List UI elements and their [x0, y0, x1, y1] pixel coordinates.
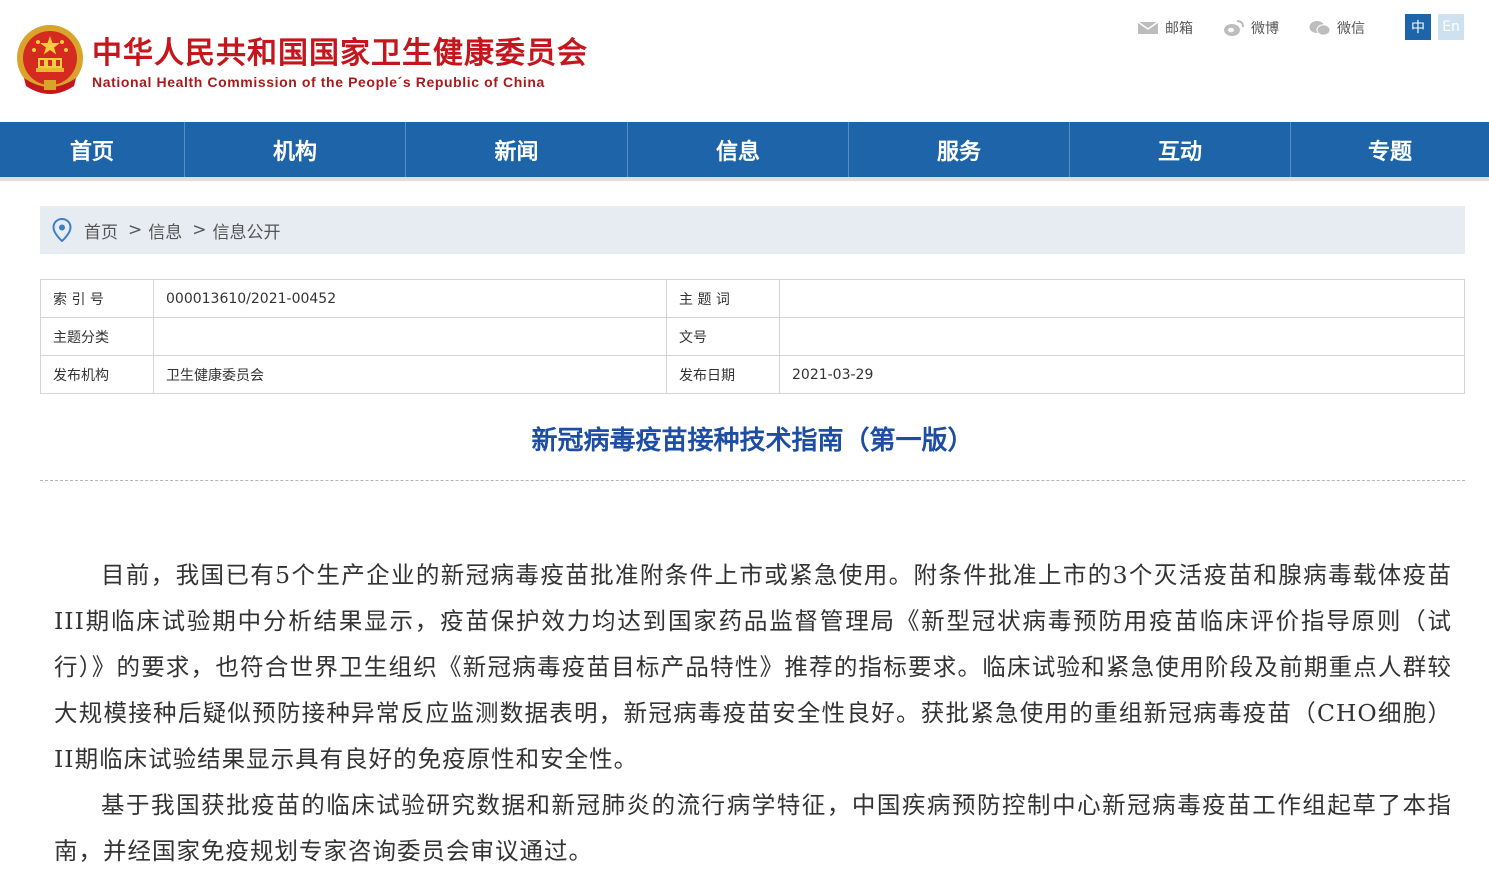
nav-item-services[interactable]: 服务 — [849, 122, 1070, 177]
wechat-link[interactable]: 微信 — [1309, 18, 1365, 38]
article-paragraph: 目前，我国已有5个生产企业的新冠病毒疫苗批准附条件上市或紧急使用。附条件批准上市… — [54, 561, 1452, 773]
nav-item-institutions[interactable]: 机构 — [185, 122, 406, 177]
nav-item-topics[interactable]: 专题 — [1291, 122, 1489, 177]
site-title[interactable]: 中华人民共和国国家卫生健康委员会 — [92, 28, 588, 72]
breadcrumb-information[interactable]: 信息 — [148, 218, 182, 243]
wechat-link-label: 微信 — [1337, 21, 1365, 37]
nav-item-home[interactable]: 首页 — [0, 122, 185, 177]
date-value: 2021-03-29 — [779, 355, 1465, 394]
category-label: 主题分类 — [40, 317, 154, 356]
main-nav: 首页 机构 新闻 信息 服务 互动 专题 — [0, 122, 1489, 177]
table-row: 发布机构 卫生健康委员会 发布日期 2021-03-29 — [40, 355, 1465, 394]
publisher-value: 卫生健康委员会 — [153, 355, 667, 394]
article-body: 目前，我国已有5个生产企业的新冠病毒疫苗批准附条件上市或紧急使用。附条件批准上市… — [54, 552, 1452, 874]
table-row: 主题分类 文号 — [40, 317, 1465, 356]
index-no-label: 索 引 号 — [40, 279, 154, 318]
nav-shadow — [0, 177, 1489, 181]
nav-item-news[interactable]: 新闻 — [406, 122, 628, 177]
title-divider — [40, 480, 1465, 481]
breadcrumb: 首页 > 信息 > 信息公开 — [40, 206, 1465, 254]
national-emblem-logo[interactable] — [14, 22, 86, 98]
nav-item-information[interactable]: 信息 — [628, 122, 849, 177]
subject-words-value — [779, 279, 1465, 318]
nav-item-interaction[interactable]: 互动 — [1070, 122, 1291, 177]
date-label: 发布日期 — [666, 355, 780, 394]
lang-zh-button[interactable]: 中 — [1405, 14, 1431, 40]
weibo-link[interactable]: 微博 — [1223, 18, 1279, 38]
article-title: 新冠病毒疫苗接种技术指南（第一版） — [531, 426, 974, 456]
publisher-label: 发布机构 — [40, 355, 154, 394]
index-no-value: 000013610/2021-00452 — [153, 279, 667, 318]
category-value — [153, 317, 667, 356]
site-header: 中华人民共和国国家卫生健康委员会 National Health Commiss… — [0, 0, 1489, 122]
weibo-link-label: 微博 — [1251, 21, 1279, 37]
mail-link[interactable]: 邮箱 — [1137, 18, 1193, 38]
mail-link-label: 邮箱 — [1165, 21, 1193, 37]
article-paragraph: 基于我国获批疫苗的临床试验研究数据和新冠肺炎的流行病学特征，中国疾病预防控制中心… — [54, 791, 1452, 865]
mail-icon — [1137, 21, 1159, 34]
breadcrumb-disclosure[interactable]: 信息公开 — [213, 218, 281, 243]
wechat-icon — [1309, 21, 1331, 36]
table-row: 索 引 号 000013610/2021-00452 主 题 词 — [40, 279, 1465, 318]
document-info-table: 索 引 号 000013610/2021-00452 主 题 词 主题分类 文号… — [40, 279, 1465, 394]
weibo-icon — [1224, 20, 1244, 36]
doc-no-value — [779, 317, 1465, 356]
breadcrumb-separator: > — [192, 220, 207, 240]
header-links: 邮箱 微博 微信 — [1137, 16, 1381, 40]
location-pin-icon — [52, 218, 72, 242]
subject-words-label: 主 题 词 — [666, 279, 780, 318]
lang-en-button[interactable]: En — [1438, 14, 1464, 40]
breadcrumb-separator: > — [128, 220, 143, 240]
doc-no-label: 文号 — [666, 317, 780, 356]
site-subtitle: National Health Commission of the People… — [92, 74, 545, 90]
breadcrumb-home[interactable]: 首页 — [84, 218, 118, 243]
